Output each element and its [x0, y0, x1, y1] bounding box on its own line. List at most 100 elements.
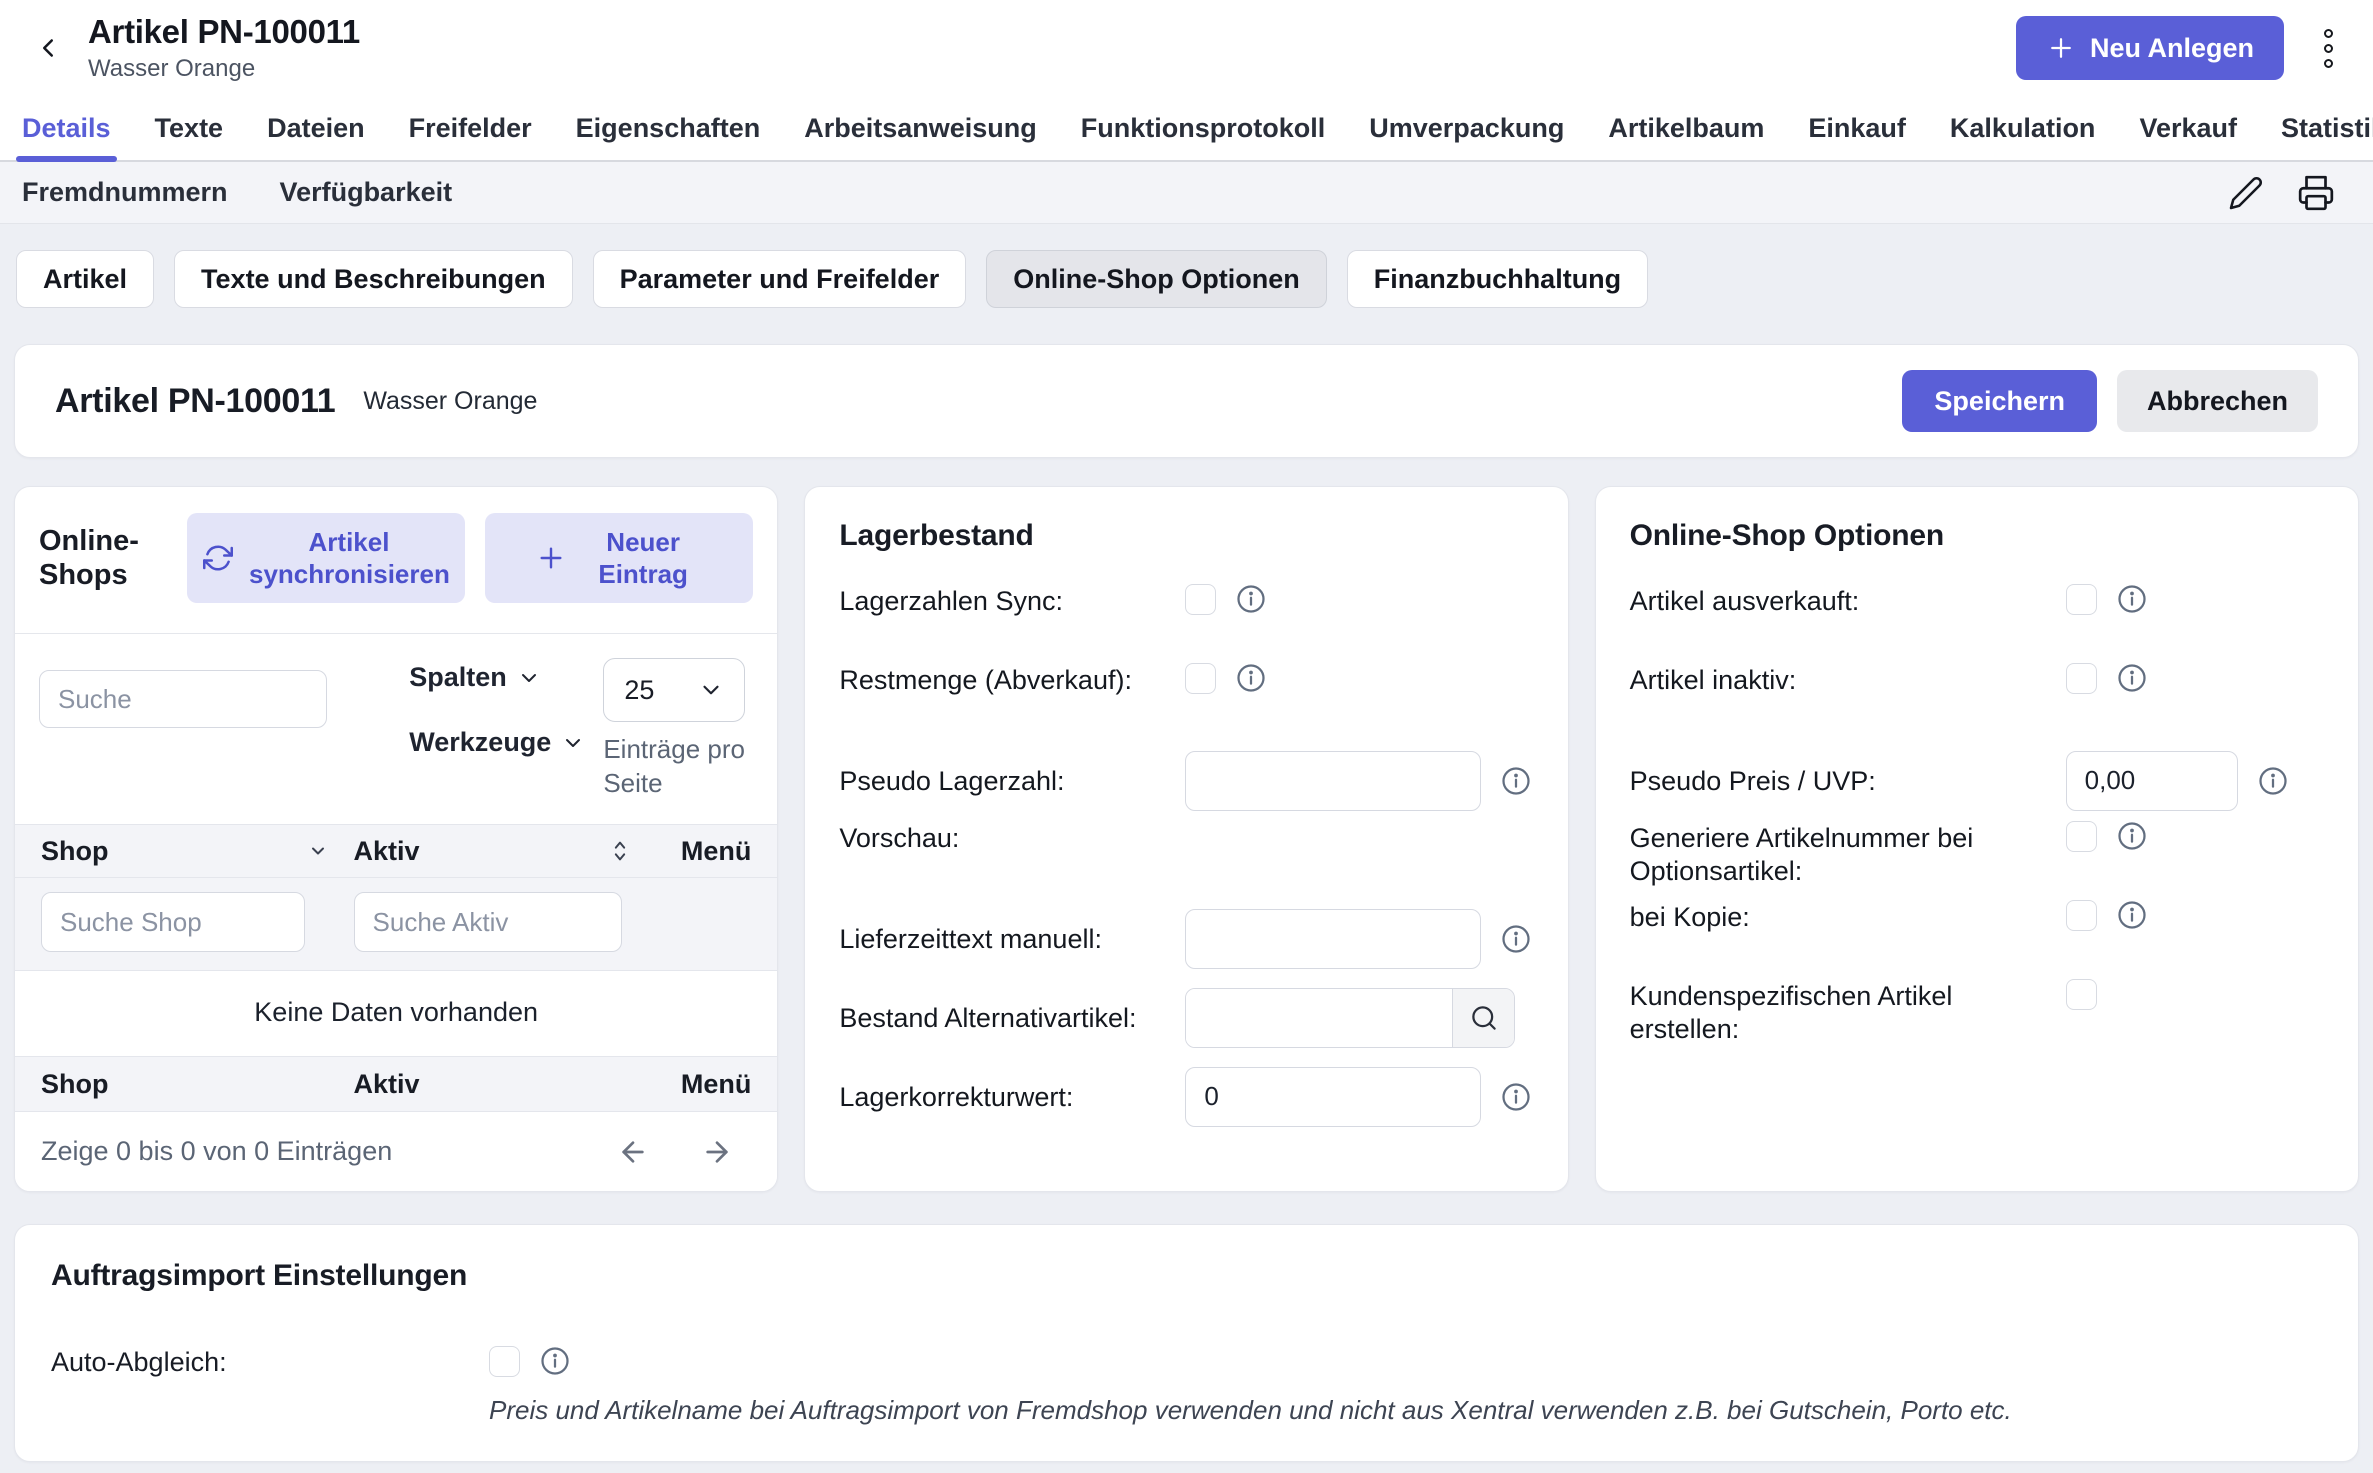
- edit-pencil-icon[interactable]: [2223, 170, 2269, 216]
- tab-kalkulation[interactable]: Kalkulation: [1950, 96, 2096, 160]
- info-icon[interactable]: [2117, 821, 2147, 851]
- pill-finanzbuchhaltung[interactable]: Finanzbuchhaltung: [1347, 250, 1648, 308]
- pill-parameter-und-freifelder[interactable]: Parameter und Freifelder: [593, 250, 967, 308]
- search-icon[interactable]: [1452, 989, 1514, 1047]
- info-icon[interactable]: [1501, 1082, 1531, 1112]
- checkbox[interactable]: [2066, 663, 2097, 694]
- checkbox[interactable]: [2066, 979, 2097, 1010]
- tab-artikelbaum[interactable]: Artikelbaum: [1608, 96, 1764, 160]
- field-control: [2066, 751, 2324, 811]
- previous-page-arrow-icon[interactable]: [613, 1132, 653, 1172]
- pill-online-shop-optionen[interactable]: Online-Shop Optionen: [986, 250, 1326, 308]
- field-row-bei-kopie: bei Kopie:: [1630, 899, 2324, 978]
- page-size-select[interactable]: 25: [603, 658, 745, 722]
- field-row-bestand-alternativartikel: Bestand Alternativartikel:: [839, 978, 1533, 1057]
- checkbox[interactable]: [2066, 900, 2097, 931]
- checkbox[interactable]: [2066, 821, 2097, 852]
- tab-details[interactable]: Details: [22, 96, 111, 160]
- shop-options-panel-title: Online-Shop Optionen: [1630, 519, 2324, 553]
- field-label: Artikel inaktiv:: [1630, 662, 2066, 697]
- text-input[interactable]: [1185, 1067, 1481, 1127]
- info-icon[interactable]: [1236, 584, 1266, 614]
- info-icon[interactable]: [1236, 663, 1266, 693]
- sync-articles-button[interactable]: Artikel synchronisieren: [187, 513, 465, 603]
- footer-header-menu: Menü: [681, 1069, 752, 1100]
- auto-sync-label: Auto-Abgleich:: [51, 1345, 489, 1378]
- column-header-shop[interactable]: Shop: [41, 836, 354, 867]
- tab-statistik[interactable]: Statistik: [2281, 96, 2373, 160]
- order-import-panel: Auftragsimport Einstellungen Auto-Abglei…: [14, 1224, 2359, 1462]
- new-create-button[interactable]: Neu Anlegen: [2016, 16, 2284, 80]
- field-row-restmenge-abverkauf: Restmenge (Abverkauf):: [839, 662, 1533, 741]
- pill-texte-und-beschreibungen[interactable]: Texte und Beschreibungen: [174, 250, 573, 308]
- tab-freifelder[interactable]: Freifelder: [409, 96, 532, 160]
- field-control: [1185, 988, 1533, 1048]
- text-input[interactable]: [1185, 751, 1481, 811]
- tab-verkauf[interactable]: Verkauf: [2139, 96, 2237, 160]
- field-label: Vorschau:: [839, 820, 1185, 855]
- tab-dateien[interactable]: Dateien: [267, 96, 365, 160]
- field-control: [2066, 662, 2324, 694]
- columns-dropdown[interactable]: Spalten: [409, 662, 585, 693]
- filter-aktiv-input[interactable]: [354, 892, 622, 952]
- field-label: Lagerkorrekturwert:: [839, 1079, 1185, 1114]
- column-header-menu: Menü: [681, 836, 752, 867]
- auto-sync-help-text: Preis und Artikelname bei Auftragsimport…: [489, 1395, 2012, 1426]
- field-row-lagerkorrekturwert: Lagerkorrekturwert:: [839, 1057, 1533, 1136]
- kebab-menu-icon[interactable]: [2318, 23, 2339, 74]
- tab-funktionsprotokoll[interactable]: Funktionsprotokoll: [1081, 96, 1325, 160]
- filter-shop-input[interactable]: [41, 892, 305, 952]
- text-input[interactable]: [2066, 751, 2238, 811]
- column-header-aktiv[interactable]: Aktiv: [354, 836, 652, 867]
- field-row-pseudo-lagerzahl: Pseudo Lagerzahl:: [839, 741, 1533, 820]
- table-empty-state: Keine Daten vorhanden: [15, 971, 777, 1056]
- info-icon[interactable]: [2117, 663, 2147, 693]
- info-icon[interactable]: [2117, 900, 2147, 930]
- field-control: [1185, 909, 1533, 969]
- printer-icon[interactable]: [2293, 170, 2339, 216]
- search-input[interactable]: [39, 670, 327, 728]
- field-label: Lagerzahlen Sync:: [839, 583, 1185, 618]
- tab-fremdnummern[interactable]: Fremdnummern: [22, 177, 228, 208]
- checkbox[interactable]: [1185, 584, 1216, 615]
- field-control: [1185, 751, 1533, 811]
- info-icon[interactable]: [1501, 766, 1531, 796]
- tab-texte[interactable]: Texte: [155, 96, 224, 160]
- field-control: [1185, 1067, 1533, 1127]
- next-page-arrow-icon[interactable]: [697, 1132, 737, 1172]
- field-row-artikel-inaktiv: Artikel inaktiv:: [1630, 662, 2324, 741]
- sort-both-icon: [610, 838, 630, 864]
- pagination-text: Zeige 0 bis 0 von 0 Einträgen: [41, 1136, 392, 1167]
- field-row-vorschau: Vorschau:: [839, 820, 1533, 899]
- article-card-title: Artikel PN-100011: [55, 382, 335, 421]
- tools-dropdown-label: Werkzeuge: [409, 727, 551, 758]
- save-button[interactable]: Speichern: [1902, 370, 2097, 432]
- tab-einkauf[interactable]: Einkauf: [1808, 96, 1906, 160]
- article-card-subtitle: Wasser Orange: [363, 387, 537, 416]
- field-control: [2066, 899, 2324, 931]
- info-icon[interactable]: [2117, 584, 2147, 614]
- info-icon[interactable]: [2258, 766, 2288, 796]
- info-icon[interactable]: [1501, 924, 1531, 954]
- tab-eigenschaften[interactable]: Eigenschaften: [576, 96, 761, 160]
- back-button[interactable]: [22, 22, 74, 74]
- online-shops-title: Online-Shops: [39, 524, 167, 592]
- tab-arbeitsanweisung[interactable]: Arbeitsanweisung: [804, 96, 1037, 160]
- app-header: Artikel PN-100011 Wasser Orange Neu Anle…: [0, 0, 2373, 96]
- checkbox[interactable]: [2066, 584, 2097, 615]
- auto-sync-checkbox[interactable]: [489, 1346, 520, 1377]
- field-label: Restmenge (Abverkauf):: [839, 662, 1185, 697]
- new-entry-button[interactable]: Neuer Eintrag: [485, 513, 753, 603]
- stock-panel: Lagerbestand Lagerzahlen Sync:Restmenge …: [804, 486, 1568, 1192]
- tab-verfügbarkeit[interactable]: Verfügbarkeit: [280, 177, 453, 208]
- tab-umverpackung[interactable]: Umverpackung: [1369, 96, 1564, 160]
- checkbox[interactable]: [1185, 663, 1216, 694]
- text-input[interactable]: [1185, 909, 1481, 969]
- field-control: [2066, 820, 2324, 852]
- pill-artikel[interactable]: Artikel: [16, 250, 154, 308]
- text-input[interactable]: [1186, 989, 1452, 1047]
- cancel-button[interactable]: Abbrechen: [2117, 370, 2318, 432]
- page-size-value: 25: [624, 675, 654, 706]
- info-icon[interactable]: [540, 1346, 570, 1376]
- tools-dropdown[interactable]: Werkzeuge: [409, 727, 585, 758]
